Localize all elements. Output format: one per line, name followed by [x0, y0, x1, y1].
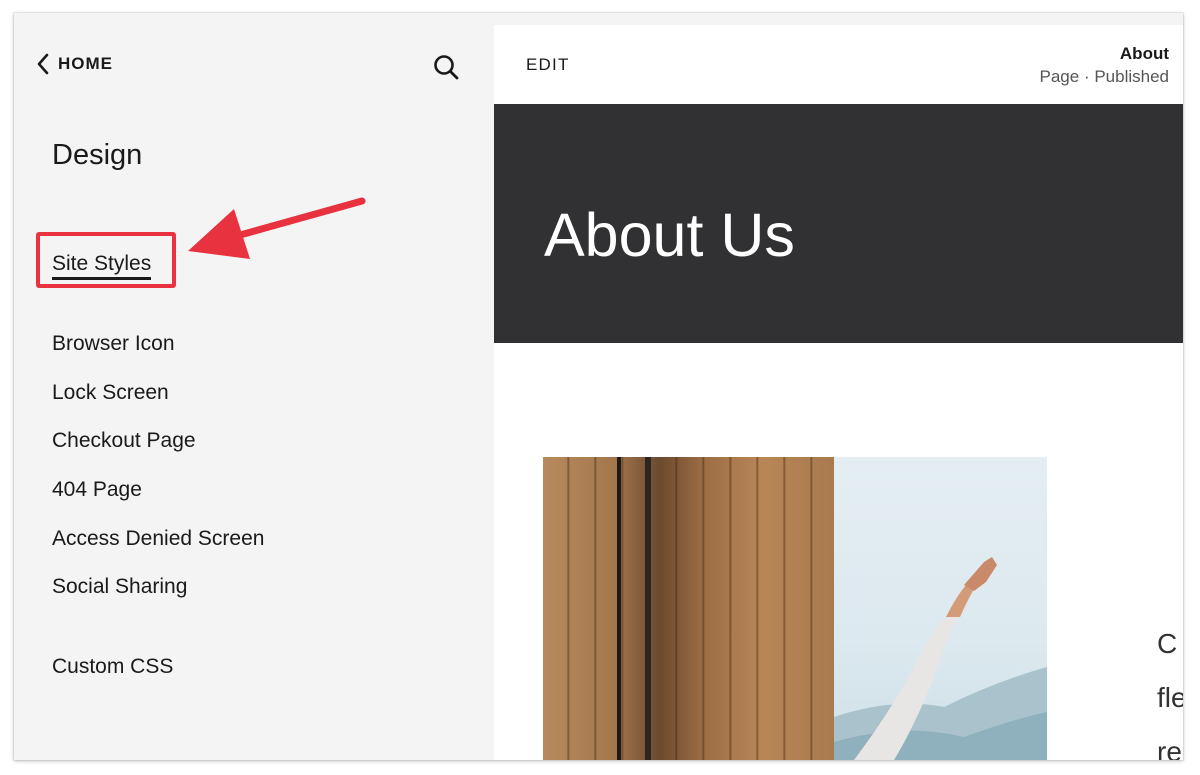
page-status: Page · Published: [1039, 67, 1169, 86]
edit-button[interactable]: EDIT: [526, 55, 570, 75]
panel-title: Design: [52, 139, 143, 171]
sidebar-panel: HOME Design Site Styles Browser Icon Loc…: [14, 13, 494, 760]
preview-header: EDIT About Page · Published: [494, 25, 1183, 104]
sky-image: [834, 457, 1047, 760]
nav-item-access-denied[interactable]: Access Denied Screen: [52, 527, 264, 551]
body-text-line: C: [1157, 628, 1178, 659]
page-name: About: [1119, 44, 1169, 63]
home-label: HOME: [58, 54, 113, 73]
nav-item-site-styles[interactable]: Site Styles: [52, 252, 152, 280]
body-text-line: re: [1157, 736, 1182, 760]
page-preview: EDIT About Page · Published About Us C f…: [494, 25, 1183, 760]
nav-item-checkout-page[interactable]: Checkout Page: [52, 429, 196, 453]
search-icon[interactable]: [432, 53, 460, 81]
home-back-link[interactable]: HOME: [36, 53, 113, 75]
content-image: [543, 457, 1047, 760]
wood-panel-image: [543, 457, 834, 760]
nav-item-custom-css[interactable]: Custom CSS: [52, 655, 173, 679]
nav-item-browser-icon[interactable]: Browser Icon: [52, 332, 175, 356]
nav-item-lock-screen[interactable]: Lock Screen: [52, 381, 169, 405]
app-window: HOME Design Site Styles Browser Icon Loc…: [14, 13, 1183, 760]
hero-title: About Us: [544, 201, 795, 269]
person-arm-icon: [834, 557, 1047, 760]
arrow-annotation-icon: [188, 197, 366, 259]
chevron-left-icon: [37, 53, 49, 75]
nav-item-social-sharing[interactable]: Social Sharing: [52, 575, 187, 599]
nav-item-404-page[interactable]: 404 Page: [52, 478, 142, 502]
body-text-line: fle: [1157, 682, 1183, 713]
hero-banner: About Us: [494, 104, 1183, 343]
